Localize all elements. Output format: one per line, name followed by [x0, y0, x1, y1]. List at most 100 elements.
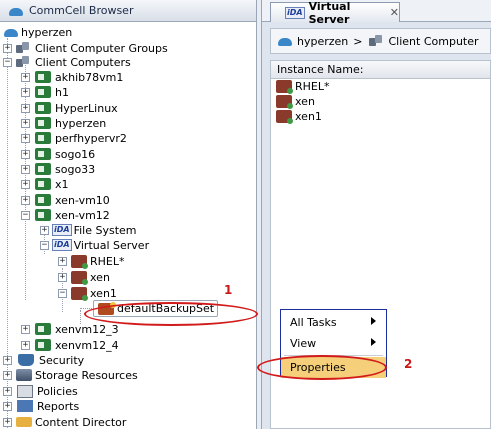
tree-node-client[interactable]: + xenvm12_4: [21, 338, 119, 352]
expand-icon[interactable]: +: [58, 272, 67, 282]
virtual-machine-icon: [276, 80, 293, 94]
commcell-icon: [277, 35, 293, 47]
submenu-arrow-icon: [371, 338, 376, 346]
expand-icon[interactable]: +: [21, 133, 30, 143]
tree-node-client[interactable]: + xenvm12_3: [21, 322, 119, 336]
tree-node-client-computer-groups[interactable]: + Client Computer Groups: [3, 41, 168, 55]
tab-label: Virtual Server: [308, 0, 351, 26]
client-computer-icon: [35, 102, 51, 114]
expand-icon[interactable]: +: [21, 118, 30, 128]
client-computer-icon: [35, 132, 51, 144]
callout-ellipse-properties: [257, 355, 387, 380]
commcell-tree: hyperzen + Client Computer Groups − Clie…: [0, 22, 256, 429]
expand-icon[interactable]: +: [3, 417, 12, 427]
storage-icon: [16, 369, 32, 381]
expand-icon[interactable]: +: [40, 225, 49, 235]
tree-node-content-director[interactable]: + Content Director: [3, 415, 126, 429]
tree-node-client-computers[interactable]: − Client Computers: [3, 55, 131, 69]
expand-icon[interactable]: +: [21, 195, 30, 205]
ida-icon: iDA: [285, 6, 305, 19]
client-computer-icon: [35, 323, 51, 335]
collapse-icon[interactable]: −: [40, 240, 49, 250]
virtual-machine-icon: [71, 270, 88, 285]
collapse-icon[interactable]: −: [21, 210, 30, 220]
breadcrumb-root[interactable]: hyperzen: [297, 35, 348, 48]
expand-icon[interactable]: +: [21, 324, 30, 334]
collapse-icon[interactable]: −: [3, 57, 12, 67]
tree-node-client-expanded[interactable]: − xen-vm12: [21, 208, 110, 222]
expand-icon[interactable]: +: [3, 355, 12, 365]
client-computer-icon: [35, 148, 51, 160]
callout-number-1: 1: [224, 283, 233, 297]
expand-icon[interactable]: +: [21, 87, 30, 97]
callout-ellipse-backup-set: [84, 302, 258, 326]
expand-icon[interactable]: +: [3, 386, 12, 396]
expand-icon[interactable]: +: [58, 256, 67, 266]
collapse-icon[interactable]: −: [58, 288, 67, 298]
ida-icon: iDA: [52, 239, 72, 251]
instance-row[interactable]: xen1: [271, 109, 490, 124]
client-computer-icon: [35, 194, 51, 206]
tree-node-client[interactable]: + h1: [21, 85, 69, 99]
tree-node-instance[interactable]: + RHEL*: [58, 254, 125, 269]
commcell-browser-pane: CommCell Browser hyperzen + Client Compu…: [0, 0, 257, 429]
expand-icon[interactable]: +: [21, 340, 30, 350]
client-computer-icon: [35, 339, 51, 351]
reports-icon: [17, 400, 33, 412]
commcell-icon: [8, 5, 24, 17]
tree-node-reports[interactable]: + Reports: [3, 399, 79, 413]
breadcrumb-item[interactable]: Client Computer: [389, 35, 479, 48]
policies-icon: [17, 384, 33, 398]
expand-icon[interactable]: +: [21, 72, 30, 82]
tree-node-storage-resources[interactable]: + Storage Resources: [3, 368, 138, 382]
expand-icon[interactable]: +: [21, 164, 30, 174]
tree-node-instance[interactable]: + xen: [58, 270, 110, 285]
menu-item-view[interactable]: View: [281, 333, 386, 354]
client-computer-icon: [35, 209, 51, 221]
expand-icon[interactable]: +: [21, 149, 30, 159]
tree-node-client[interactable]: + sogo16: [21, 147, 95, 161]
client-computers-icon: [368, 35, 385, 47]
tree-node-root[interactable]: hyperzen: [3, 25, 72, 39]
client-computer-icon: [35, 178, 51, 190]
close-icon[interactable]: ✕: [390, 6, 399, 19]
tree-node-virtual-server[interactable]: − iDA Virtual Server: [40, 238, 149, 252]
tree-node-client[interactable]: + HyperLinux: [21, 101, 118, 115]
expand-icon[interactable]: +: [3, 401, 12, 411]
tree-node-client[interactable]: + sogo33: [21, 162, 95, 176]
ida-icon: iDA: [52, 224, 72, 236]
tab-virtual-server[interactable]: iDA Virtual Server ✕: [270, 0, 400, 26]
commcell-icon: [3, 26, 19, 38]
tree-node-client[interactable]: + akhib78vm1: [21, 70, 123, 84]
tree-node-policies[interactable]: + Policies: [3, 384, 78, 398]
tree-node-file-system[interactable]: + iDA File System: [40, 223, 137, 237]
folder-icon: [16, 417, 32, 427]
tree-node-instance-expanded[interactable]: − xen1: [58, 286, 117, 301]
column-header-instance-name[interactable]: Instance Name:: [271, 61, 490, 79]
client-computer-icon: [35, 71, 51, 83]
client-computers-icon: [16, 56, 32, 68]
commcell-browser-header: CommCell Browser: [0, 0, 256, 22]
virtual-machine-icon: [276, 95, 293, 109]
instance-row[interactable]: RHEL*: [271, 79, 490, 94]
callout-number-2: 2: [404, 357, 413, 371]
menu-item-all-tasks[interactable]: All Tasks: [281, 312, 386, 333]
expand-icon[interactable]: +: [21, 103, 30, 113]
computer-group-icon: [16, 42, 32, 54]
breadcrumb: hyperzen > Client Computer: [270, 28, 491, 54]
security-shield-icon: [18, 354, 34, 366]
commcell-browser-title: CommCell Browser: [29, 4, 134, 17]
expand-icon[interactable]: +: [21, 179, 30, 189]
client-computer-icon: [35, 163, 51, 175]
virtual-machine-icon: [276, 110, 293, 124]
tree-node-client[interactable]: + x1: [21, 177, 69, 191]
tree-node-client[interactable]: + perfhypervr2: [21, 131, 127, 145]
tree-node-client[interactable]: + hyperzen: [21, 116, 106, 130]
tree-node-security[interactable]: + Security: [3, 353, 84, 367]
expand-icon[interactable]: +: [3, 370, 12, 380]
instance-row[interactable]: xen: [271, 94, 490, 109]
client-computer-icon: [35, 117, 51, 129]
virtual-machine-icon: [71, 286, 88, 301]
expand-icon[interactable]: +: [3, 43, 12, 53]
tree-node-client[interactable]: + xen-vm10: [21, 193, 110, 207]
